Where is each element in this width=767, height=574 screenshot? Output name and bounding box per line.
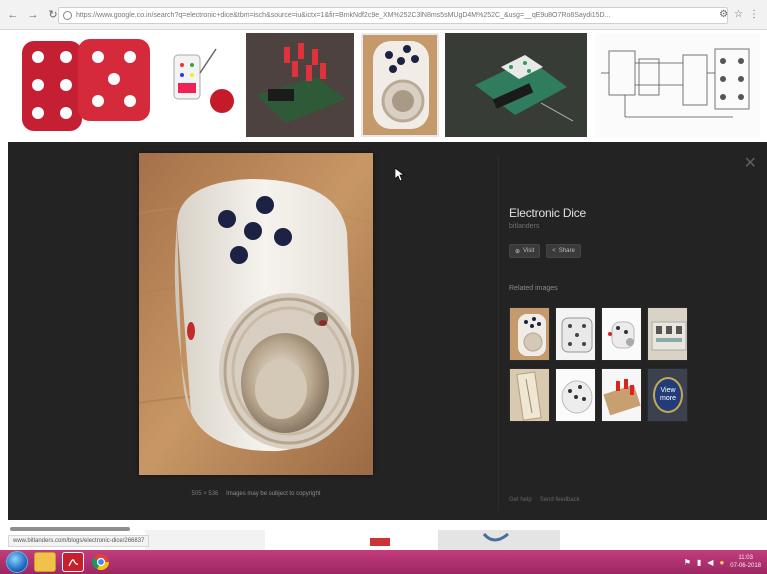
browser-actions: ⚙ ☆ ⋮ bbox=[719, 9, 759, 20]
related-image-5[interactable] bbox=[509, 368, 550, 422]
explorer-icon[interactable] bbox=[34, 552, 56, 572]
related-board-image bbox=[510, 369, 549, 421]
clock-date: 07-06-2018 bbox=[730, 563, 761, 569]
view-more-label: View more bbox=[653, 377, 683, 413]
below-image bbox=[370, 538, 390, 546]
copyright-note: Images may be subject to copyright bbox=[226, 491, 321, 497]
visit-label: Visit bbox=[523, 248, 535, 254]
result-thumbnail-electronic-dice[interactable] bbox=[361, 33, 439, 137]
image-actions: ⊕ Visit < Share bbox=[509, 244, 749, 258]
clock-time: 11:03 bbox=[738, 555, 753, 561]
chrome-icon[interactable] bbox=[90, 552, 112, 572]
share-icon: < bbox=[552, 248, 556, 254]
security-icon[interactable]: ● bbox=[719, 558, 724, 567]
red-dice-image bbox=[16, 33, 154, 137]
result-thumbnail-red-dice[interactable] bbox=[16, 33, 154, 137]
result-thumbnail-remote-dice[interactable] bbox=[162, 33, 238, 137]
preview-image[interactable] bbox=[139, 153, 373, 475]
related-image-3[interactable] bbox=[601, 307, 642, 361]
chrome-glyph bbox=[92, 554, 110, 571]
related-kit-image bbox=[602, 369, 641, 421]
related-images-heading: Related images bbox=[509, 285, 558, 292]
image-source[interactable]: bitlanders bbox=[509, 223, 749, 230]
flag-icon[interactable]: ⚑ bbox=[684, 558, 691, 567]
related-image-2[interactable] bbox=[555, 307, 596, 361]
settings-icon[interactable]: ⚙ bbox=[719, 9, 728, 20]
related-pcb-image bbox=[648, 308, 687, 360]
acrobat-glyph bbox=[68, 559, 79, 567]
pcb-image bbox=[445, 33, 587, 137]
panel-divider bbox=[498, 156, 499, 511]
visit-button[interactable]: ⊕ Visit bbox=[509, 244, 541, 258]
related-image-7[interactable] bbox=[601, 368, 642, 422]
image-size: 505 × 536 bbox=[191, 491, 219, 497]
related-dice-image bbox=[510, 308, 549, 360]
result-thumbnail-pcb[interactable] bbox=[445, 33, 587, 137]
link-status-bar: www.bitlanders.com/blogs/electronic-dice… bbox=[8, 535, 150, 547]
below-image bbox=[482, 532, 509, 542]
send-feedback-link[interactable]: Send feedback bbox=[540, 497, 580, 503]
related-image-1[interactable] bbox=[509, 307, 550, 361]
view-more-tile[interactable]: View more bbox=[647, 368, 688, 422]
back-icon[interactable]: ← bbox=[6, 8, 20, 22]
close-icon[interactable]: ✕ bbox=[744, 156, 757, 172]
system-tray: ⚑ ▮ ◀ ● 11:03 07-06-2018 bbox=[684, 554, 761, 570]
panel-footer: Get help Send feedback bbox=[509, 497, 580, 503]
related-dice-image bbox=[602, 308, 641, 360]
result-thumbnail-schematic[interactable] bbox=[595, 33, 760, 137]
remote-dice-image bbox=[162, 33, 238, 137]
share-button[interactable]: < Share bbox=[546, 244, 581, 258]
acrobat-icon[interactable] bbox=[62, 552, 84, 572]
system-clock[interactable]: 11:03 07-06-2018 bbox=[730, 554, 761, 570]
image-info: Electronic Dice bitlanders ⊕ Visit < Sha… bbox=[509, 206, 749, 292]
menu-icon[interactable]: ⋮ bbox=[749, 9, 759, 20]
lock-icon bbox=[63, 11, 72, 20]
mouse-cursor-icon bbox=[395, 168, 405, 182]
start-button[interactable] bbox=[6, 551, 28, 573]
forward-icon[interactable]: → bbox=[26, 8, 40, 22]
get-help-link[interactable]: Get help bbox=[509, 497, 532, 503]
windows-taskbar: ⚑ ▮ ◀ ● 11:03 07-06-2018 bbox=[0, 550, 767, 574]
network-icon[interactable]: ▮ bbox=[697, 558, 701, 567]
result-thumbnail-below-3[interactable] bbox=[438, 530, 560, 550]
schematic-image bbox=[595, 33, 760, 137]
result-thumbnail-led-board[interactable] bbox=[246, 33, 354, 137]
electronic-dice-thumb-image bbox=[363, 35, 437, 135]
image-results-row bbox=[0, 30, 767, 173]
visit-icon: ⊕ bbox=[515, 248, 521, 255]
horizontal-scrollbar[interactable] bbox=[10, 527, 130, 531]
related-dice-image bbox=[556, 369, 595, 421]
result-thumbnail-below-1[interactable] bbox=[145, 530, 265, 550]
volume-icon[interactable]: ◀ bbox=[707, 558, 713, 567]
image-preview-panel: 505 × 536 Images may be subject to copyr… bbox=[8, 142, 767, 520]
star-icon[interactable]: ☆ bbox=[734, 9, 743, 20]
related-image-6[interactable] bbox=[555, 368, 596, 422]
image-title[interactable]: Electronic Dice bbox=[509, 206, 749, 220]
address-url: https://www.google.co.in/search?q=electr… bbox=[76, 12, 611, 19]
image-caption: 505 × 536 Images may be subject to copyr… bbox=[139, 491, 373, 497]
related-image-4[interactable] bbox=[647, 307, 688, 361]
related-dice-image bbox=[556, 308, 595, 360]
address-bar[interactable]: https://www.google.co.in/search?q=electr… bbox=[58, 7, 728, 24]
led-board-image bbox=[246, 33, 354, 137]
electronic-dice-photo bbox=[139, 153, 373, 475]
browser-toolbar: ← → ↻ https://www.google.co.in/search?q=… bbox=[0, 0, 767, 30]
share-label: Share bbox=[558, 248, 575, 254]
